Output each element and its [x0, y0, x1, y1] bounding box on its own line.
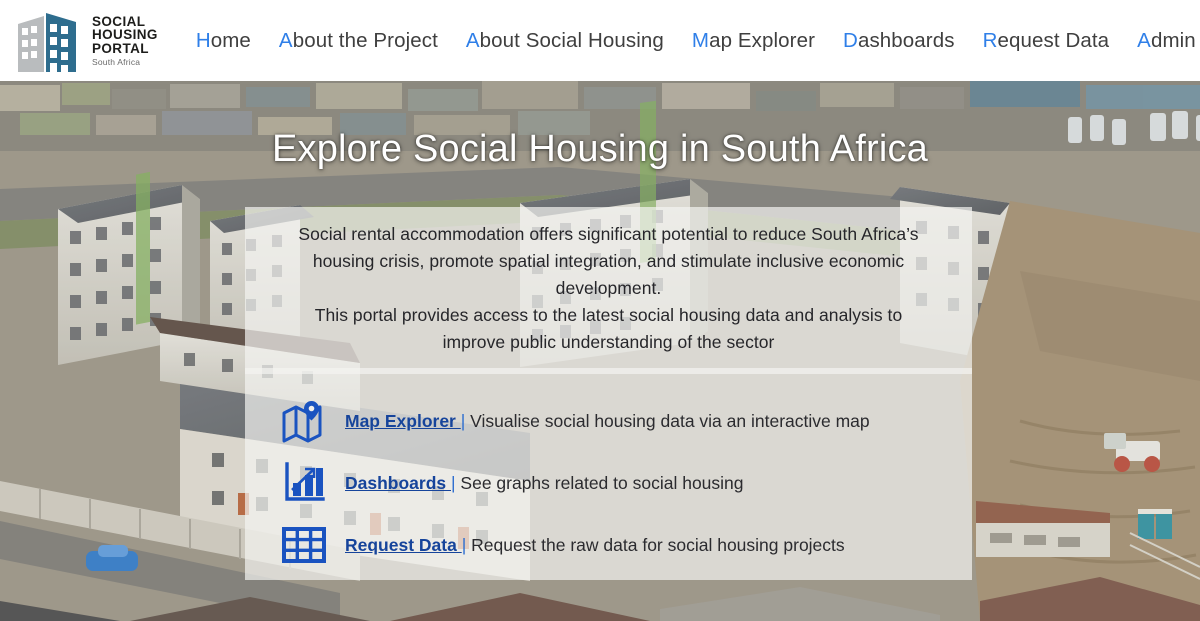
nav-item-home-label: ome [210, 28, 251, 52]
map-pin-icon [282, 401, 322, 443]
main-navigation: Home About the Project About Social Hous… [196, 29, 1200, 53]
nav-item-about-the-project-initial: A [278, 28, 293, 52]
dashboards-description: See graphs related to social housing [455, 472, 744, 493]
nav-item-admin-login[interactable]: Admin Login [1137, 29, 1200, 53]
nav-item-about-social-housing-initial: A [465, 28, 480, 52]
logo-wordmark: SOCIAL HOUSING PORTAL South Africa [92, 13, 158, 67]
site-header: SOCIAL HOUSING PORTAL South Africa Home … [0, 0, 1200, 81]
logo-subtitle: South Africa [92, 56, 141, 67]
site-logo[interactable]: SOCIAL HOUSING PORTAL South Africa [14, 5, 158, 77]
nav-item-dashboards-label: ashboards [857, 28, 955, 52]
nav-item-home[interactable]: Home [196, 29, 251, 53]
nav-item-admin-login-label: dmin Login [1150, 28, 1200, 52]
bar-chart-icon [285, 462, 325, 501]
hero-title: Explore Social Housing in South Africa [271, 128, 929, 170]
nav-item-request-data[interactable]: Request Data [983, 29, 1110, 53]
nav-item-dashboards[interactable]: Dashboards [843, 29, 955, 53]
nav-item-about-social-housing[interactable]: About Social Housing [466, 29, 664, 53]
hero-intro-panel: Social rental accommodation offers signi… [245, 207, 972, 374]
map-explorer-link[interactable]: Map Explorer [345, 411, 461, 431]
nav-item-admin-login-initial: A [1137, 28, 1151, 52]
nav-item-dashboards-initial: D [843, 28, 858, 52]
intro-line-2: housing crisis, promote spatial integrat… [312, 251, 905, 298]
map-explorer-description: Visualise social housing data via an int… [465, 410, 870, 431]
dashboards-link[interactable]: Dashboards [345, 473, 451, 493]
nav-item-map-explorer-label: ap Explorer [709, 28, 816, 52]
nav-item-request-data-initial: R [982, 28, 998, 52]
intro-line-3: This portal provides access to the lates… [314, 305, 903, 325]
nav-item-home-initial: H [195, 28, 211, 52]
hero-links-panel: Map Explorer | Visualise social housing … [245, 368, 972, 580]
nav-item-about-social-housing-label: bout Social Housing [479, 28, 664, 52]
logo-line-2: HOUSING [92, 27, 158, 43]
quick-link-request-data-text: Request Data | Request the raw data for … [345, 535, 845, 556]
table-grid-icon [282, 527, 326, 563]
hero-section: Explore Social Housing in South Africa S… [0, 81, 1200, 621]
request-data-link[interactable]: Request Data [345, 535, 462, 555]
nav-item-map-explorer-initial: M [691, 28, 710, 52]
quick-link-request-data[interactable]: Request Data | Request the raw data for … [281, 514, 936, 576]
logo-line-3: PORTAL [92, 41, 149, 57]
nav-item-request-data-label: equest Data [997, 28, 1110, 52]
quick-link-map-explorer-text: Map Explorer | Visualise social housing … [345, 411, 870, 432]
request-data-description: Request the raw data for social housing … [466, 534, 845, 555]
quick-link-dashboards[interactable]: Dashboards | See graphs related to socia… [281, 452, 936, 514]
intro-line-1: Social rental accommodation offers signi… [298, 224, 919, 244]
building-logo-icon [18, 12, 76, 72]
quick-link-dashboards-text: Dashboards | See graphs related to socia… [345, 473, 744, 494]
nav-item-map-explorer[interactable]: Map Explorer [692, 29, 815, 53]
nav-item-about-the-project-label: bout the Project [292, 28, 438, 52]
nav-item-about-the-project[interactable]: About the Project [279, 29, 438, 53]
quick-link-map-explorer[interactable]: Map Explorer | Visualise social housing … [281, 390, 936, 452]
logo-line-1: SOCIAL [92, 13, 146, 29]
intro-line-4: improve public understanding of the sect… [442, 332, 775, 352]
